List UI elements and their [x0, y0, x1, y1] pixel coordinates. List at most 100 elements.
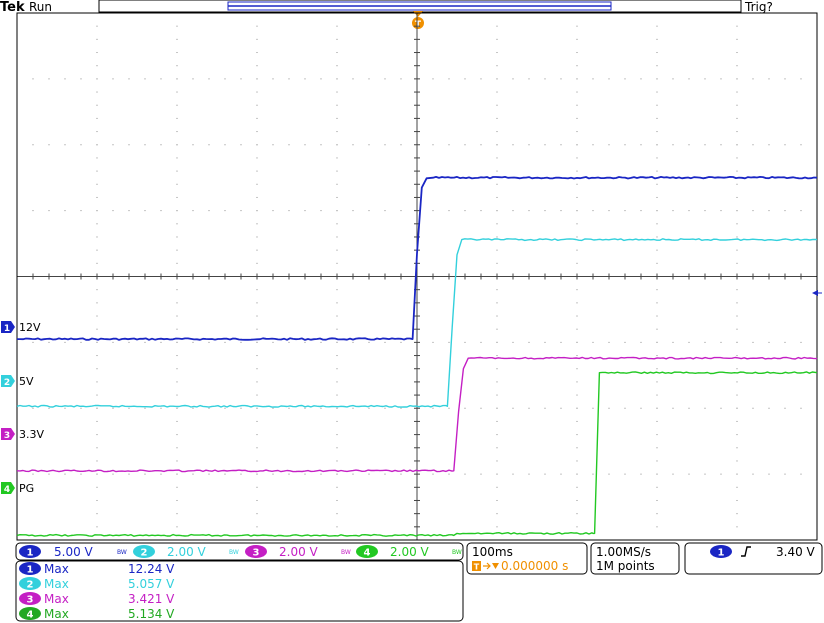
grid-dot [256, 434, 258, 436]
meas1-channel-number: 1 [27, 565, 34, 576]
grid-dot [496, 210, 498, 212]
grid-dot [496, 262, 498, 264]
grid-dot [736, 499, 738, 501]
grid-dot [704, 144, 706, 146]
grid-dot [256, 183, 258, 185]
grid-dot [224, 407, 226, 409]
grid-dot [576, 407, 578, 409]
grid-dot [336, 328, 338, 330]
grid-dot [256, 302, 258, 304]
grid-dot [256, 460, 258, 462]
grid-dot [608, 473, 610, 475]
grid-dot [736, 117, 738, 119]
channel-markers: 1 12V 2 5V 3 3.3V 4 PG [1, 321, 44, 495]
ch4-ground-marker[interactable]: 4 PG [1, 482, 34, 495]
grid-dot [656, 486, 658, 488]
grid-dot [144, 144, 146, 146]
grid-dot [576, 434, 578, 436]
grid-dot [224, 473, 226, 475]
grid-dot [96, 91, 98, 93]
grid-dot [96, 131, 98, 133]
grid-dot [688, 473, 690, 475]
grid-dot [688, 407, 690, 409]
grid-dot [576, 289, 578, 291]
grid-dot [480, 210, 482, 212]
grid-dot [464, 210, 466, 212]
grid-dot [672, 407, 674, 409]
grid-dot [112, 341, 114, 343]
ch1-ground-marker[interactable]: 1 12V [1, 321, 41, 334]
grid-dot [448, 341, 450, 343]
grid-dot [576, 394, 578, 396]
grid-dot [496, 315, 498, 317]
record-length: 1M points [596, 559, 655, 573]
grid-dot [32, 144, 34, 146]
trigger-position-marker[interactable]: T [412, 11, 424, 30]
grid-dot [336, 144, 338, 146]
grid-dot [624, 144, 626, 146]
grid-dot [480, 407, 482, 409]
grid-dot [304, 210, 306, 212]
grid-dot [464, 407, 466, 409]
grid-dot [48, 341, 50, 343]
grid-dot [400, 473, 402, 475]
trigger-level-value: 3.40 V [776, 545, 816, 559]
grid-dot [352, 341, 354, 343]
grid-dot [576, 170, 578, 172]
grid-dot [736, 131, 738, 133]
grid-dot [496, 196, 498, 198]
grid-dot [464, 341, 466, 343]
grid-dot [96, 341, 98, 343]
grid-dot [96, 368, 98, 370]
grid-dot [576, 381, 578, 383]
grid-dot [496, 236, 498, 238]
grid-dot [256, 210, 258, 212]
grid-dot [448, 78, 450, 80]
grid-dot [496, 407, 498, 409]
grid-dot [640, 210, 642, 212]
grid-dot [640, 473, 642, 475]
ch3-ground-marker[interactable]: 3 3.3V [1, 428, 44, 441]
grid-dot [256, 381, 258, 383]
grid-dot [96, 236, 98, 238]
grid-dot [176, 513, 178, 515]
grid-dot [176, 157, 178, 159]
grid-dot [736, 52, 738, 54]
grid-dot [176, 302, 178, 304]
grid-dot [96, 328, 98, 330]
grid-dot [96, 38, 98, 40]
grid-dot [608, 144, 610, 146]
grid-dot [656, 341, 658, 343]
grid-dot [576, 25, 578, 27]
grid-dot [576, 91, 578, 93]
ch3-scale-value: 2.00 V [279, 545, 319, 559]
grid-dot [32, 473, 34, 475]
grid-dot [96, 170, 98, 172]
grid-dot [176, 486, 178, 488]
grid-dot [736, 157, 738, 159]
grid-dot [128, 341, 130, 343]
grid-dot [752, 341, 754, 343]
grid-dot [736, 170, 738, 172]
grid-dot [496, 434, 498, 436]
grid-dot [784, 341, 786, 343]
grid-dot [336, 381, 338, 383]
grid-dot [256, 91, 258, 93]
grid-dot [384, 341, 386, 343]
grid-dot [656, 355, 658, 357]
grid-dot [176, 170, 178, 172]
grid-dot [256, 157, 258, 159]
grid-dot [96, 394, 98, 396]
grid-dot [144, 473, 146, 475]
graticule [16, 12, 818, 541]
grid-dot [400, 78, 402, 80]
grid-dot [336, 117, 338, 119]
grid-dot [368, 144, 370, 146]
grid-dot [656, 38, 658, 40]
grid-dot [256, 473, 258, 475]
grid-dot [336, 499, 338, 501]
grid-dot [672, 473, 674, 475]
grid-dot [576, 104, 578, 106]
grid-dot [96, 249, 98, 251]
grid-dot [736, 460, 738, 462]
